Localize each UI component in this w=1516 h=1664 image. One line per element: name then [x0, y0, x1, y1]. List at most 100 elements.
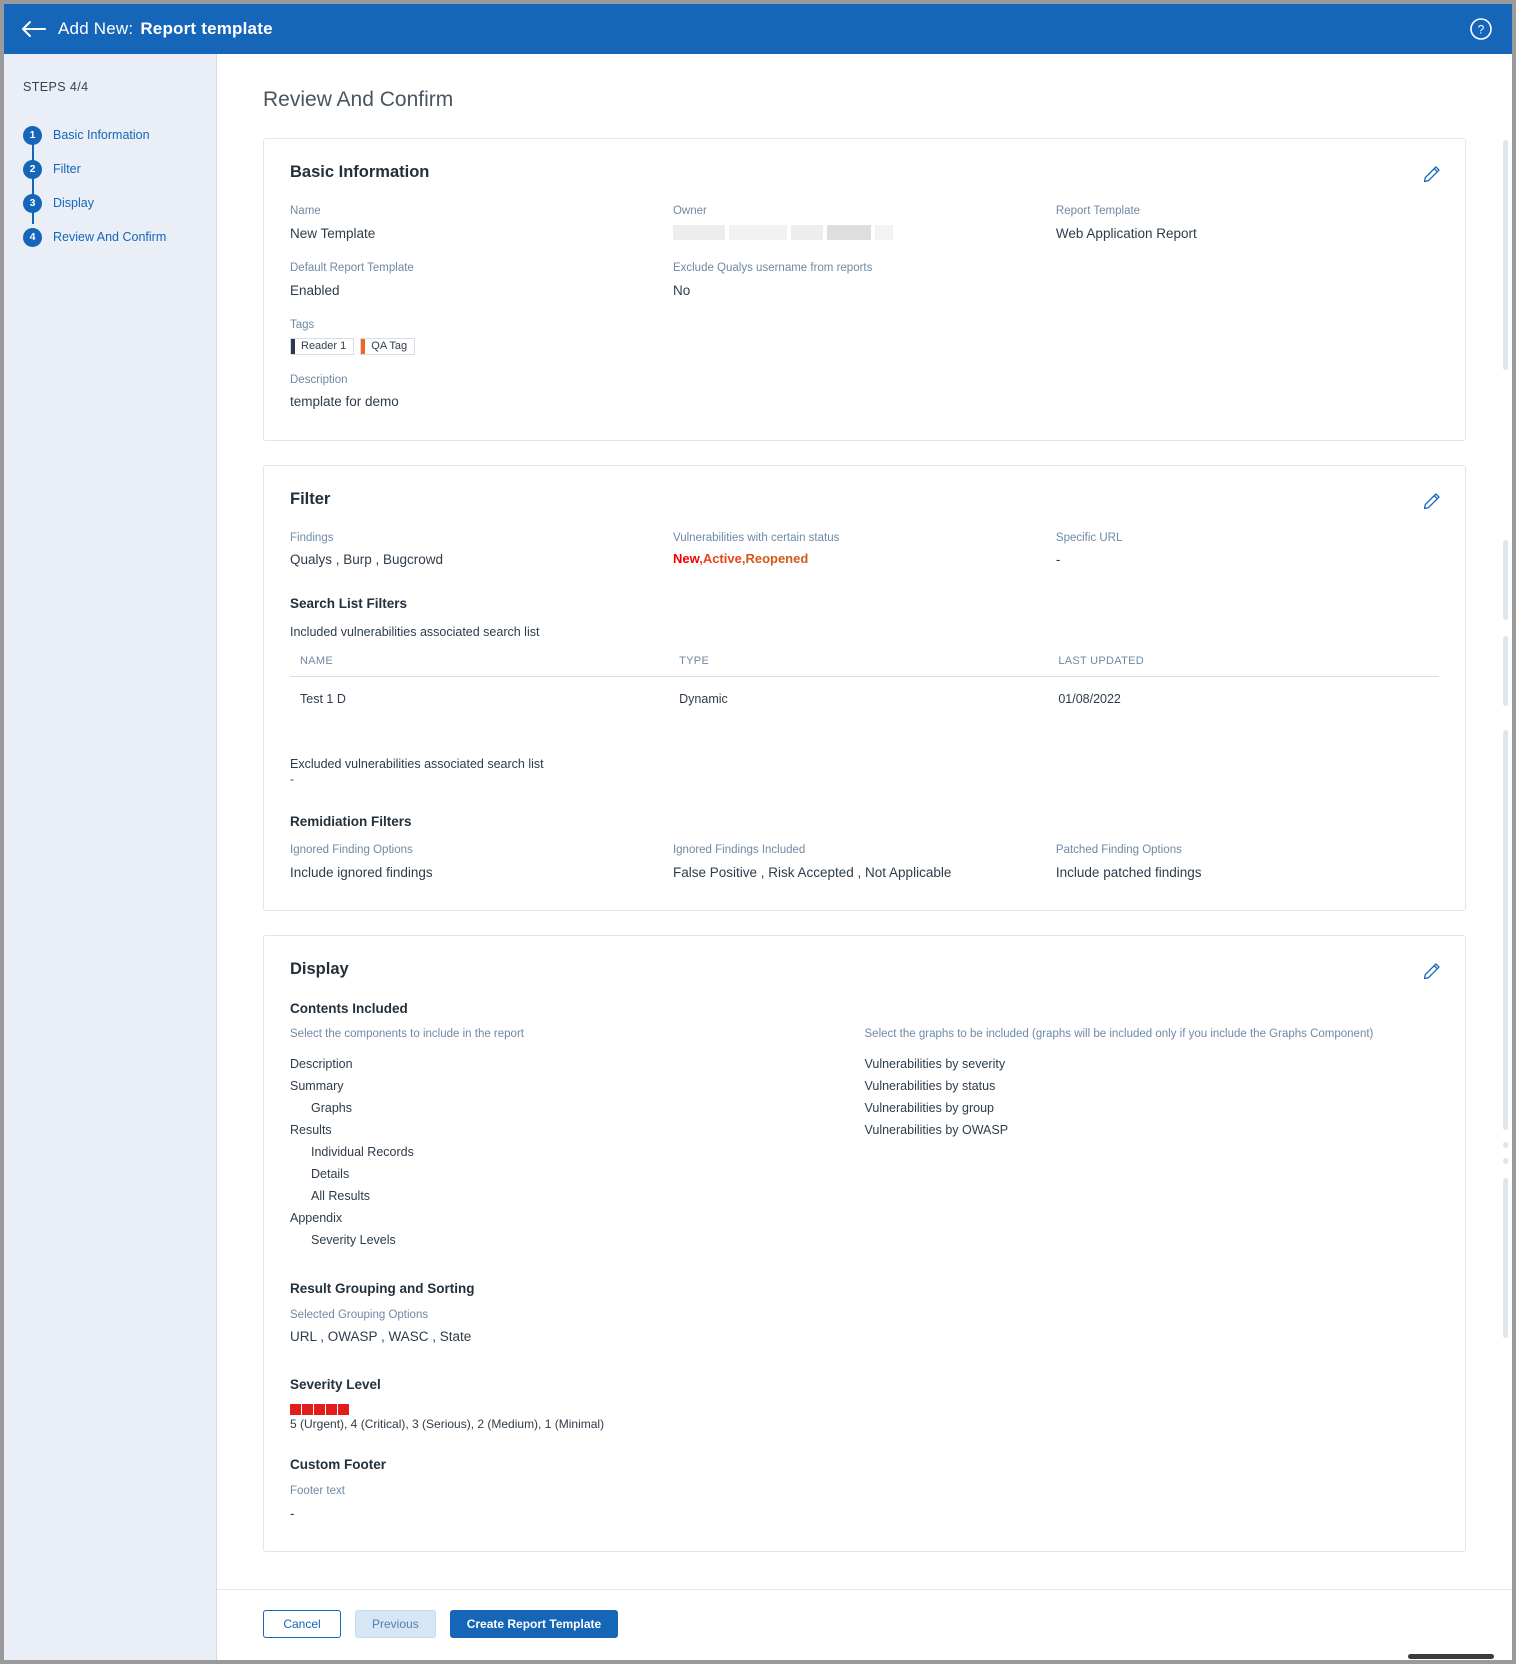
- field-exclude-username-label: Exclude Qualys username from reports: [672, 262, 873, 275]
- graph-item-severity: Vulnerabilities by severity: [864, 1056, 1006, 1071]
- field-name: Name New Template: [290, 204, 673, 243]
- contents-columns: Select the components to include in the …: [290, 1026, 1439, 1251]
- scrollbar-segment[interactable]: [1503, 730, 1508, 1130]
- severity-block-3: [314, 1404, 325, 1416]
- component-item-description: Description: [290, 1056, 353, 1071]
- steps-sidebar: STEPS 4/4 1 Basic Information 2 Filter 3…: [4, 54, 217, 1660]
- field-description-label: Description: [290, 373, 348, 386]
- component-item-severity-levels: Severity Levels: [311, 1232, 396, 1247]
- field-vuln-status: Vulnerabilities with certain status New,…: [673, 531, 1056, 570]
- graphs-column: Select the graphs to be included (graphs…: [865, 1026, 1440, 1251]
- field-specific-url-value: -: [1055, 552, 1061, 568]
- field-default-report-template-label: Default Report Template: [290, 262, 414, 275]
- field-specific-url: Specific URL -: [1056, 531, 1439, 570]
- basic-info-row-1: Name New Template Owner Report Template …: [290, 204, 1439, 243]
- graph-item-status: Vulnerabilities by status: [864, 1078, 996, 1093]
- display-title: Display: [290, 960, 349, 979]
- sidebar-item-display[interactable]: 3 Display: [23, 186, 216, 220]
- step-label-4: Review And Confirm: [53, 230, 167, 244]
- column-header-type: TYPE: [669, 654, 1049, 677]
- step-label-2: Filter: [53, 162, 81, 176]
- graphs-hint: Select the graphs to be included (graphs…: [864, 1028, 1374, 1041]
- pencil-edit-icon-basic-information[interactable]: [1421, 163, 1443, 190]
- scrollbar-segment[interactable]: [1503, 140, 1508, 370]
- sidebar-item-basic-information[interactable]: 1 Basic Information: [23, 118, 216, 152]
- vertical-scrollbar[interactable]: [1503, 80, 1508, 1581]
- pencil-edit-icon-filter[interactable]: [1421, 490, 1443, 517]
- horizontal-scrollbar[interactable]: [217, 1650, 1512, 1660]
- step-number-3: 3: [23, 193, 42, 213]
- excluded-search-list-value: -: [290, 771, 294, 786]
- component-item-results: Results: [290, 1122, 332, 1137]
- field-name-label: Name: [290, 205, 321, 217]
- scrollbar-segment[interactable]: [1503, 1142, 1508, 1148]
- basic-information-card: Basic Information Name New Template Owne…: [263, 138, 1466, 441]
- field-ignored-findings-included-label: Ignored Findings Included: [672, 844, 806, 857]
- previous-button[interactable]: Previous: [355, 1610, 436, 1638]
- field-vuln-status-value: New,Active,Reopened: [673, 550, 1036, 569]
- severity-block-4: [302, 1404, 313, 1416]
- step-number-1: 1: [23, 125, 42, 145]
- status-new: New: [672, 551, 700, 567]
- filter-row-1: Findings Qualys , Burp , Bugcrowd Vulner…: [290, 531, 1439, 570]
- component-item-appendix: Appendix: [290, 1210, 343, 1225]
- window-body: STEPS 4/4 1 Basic Information 2 Filter 3…: [4, 54, 1512, 1660]
- scrollbar-segment[interactable]: [1503, 540, 1508, 620]
- horizontal-scrollbar-thumb[interactable]: [1408, 1654, 1494, 1659]
- create-report-template-button[interactable]: Create Report Template: [449, 1610, 619, 1638]
- field-description-value: template for demo: [290, 394, 399, 410]
- window-title-lead: Add New:: [58, 19, 134, 38]
- step-list: 1 Basic Information 2 Filter 3 Display 4…: [4, 118, 216, 254]
- table-row: Test 1 D Dynamic 01/08/2022: [290, 676, 1439, 721]
- field-owner-label: Owner: [672, 205, 707, 217]
- severity-caption: 5 (Urgent), 4 (Critical), 3 (Serious), 2…: [290, 1417, 605, 1432]
- pencil-edit-icon-display[interactable]: [1421, 960, 1443, 987]
- search-list-table: NAME TYPE LAST UPDATED Test 1 D Dynamic …: [290, 654, 1439, 721]
- severity-blocks: [290, 1404, 1439, 1416]
- basic-info-row-2: Default Report Template Enabled Exclude …: [290, 261, 1439, 300]
- page-title: Review And Confirm: [263, 88, 454, 111]
- field-ignored-finding-options-label: Ignored Finding Options: [290, 844, 413, 857]
- svg-text:?: ?: [1478, 23, 1485, 37]
- display-card: Display Contents Included Select the com…: [263, 935, 1466, 1553]
- footer-text-value: -: [290, 1505, 295, 1521]
- result-grouping-title: Result Grouping and Sorting: [290, 1280, 475, 1296]
- field-report-template-value: Web Application Report: [1055, 225, 1197, 241]
- field-patched-finding-options: Patched Finding Options Include patched …: [1056, 843, 1439, 882]
- scrollbar-segment[interactable]: [1503, 1158, 1508, 1164]
- status-reopened: ,Reopened: [741, 551, 809, 567]
- back-arrow-icon[interactable]: [18, 13, 50, 45]
- graph-item-group: Vulnerabilities by group: [864, 1100, 994, 1115]
- top-bar: Add New: Report template ?: [4, 4, 1512, 54]
- component-item-graphs: Graphs: [311, 1100, 352, 1115]
- field-owner-value-redacted: [672, 224, 1036, 241]
- tag-chip: Reader 1: [290, 337, 355, 355]
- field-tags-label: Tags: [290, 319, 315, 332]
- tag-color-bar: [291, 338, 295, 354]
- scrollbar-segment[interactable]: [1503, 1178, 1508, 1338]
- field-ignored-finding-options: Ignored Finding Options Include ignored …: [290, 843, 673, 882]
- tag-color-bar: [361, 338, 366, 354]
- help-circle-icon[interactable]: ?: [1468, 16, 1494, 42]
- status-active: ,Active: [699, 551, 742, 567]
- cancel-button[interactable]: Cancel: [263, 1610, 341, 1638]
- field-exclude-username: Exclude Qualys username from reports No: [673, 261, 1056, 300]
- sidebar-item-filter[interactable]: 2 Filter: [23, 152, 216, 186]
- tag-chip-label: Reader 1: [301, 340, 347, 353]
- app-window: Add New: Report template ? STEPS 4/4 1 B…: [4, 4, 1512, 1660]
- component-item-details: Details: [311, 1166, 350, 1181]
- step-number-2: 2: [23, 159, 42, 179]
- field-report-template-label: Report Template: [1055, 205, 1141, 217]
- step-number-4: 4: [23, 227, 42, 247]
- component-item-individual-records: Individual Records: [311, 1144, 414, 1159]
- field-patched-finding-options-label: Patched Finding Options: [1055, 844, 1182, 857]
- field-report-template: Report Template Web Application Report: [1056, 204, 1439, 243]
- field-spacer: [1056, 261, 1439, 300]
- scrollbar-segment[interactable]: [1503, 636, 1508, 706]
- severity-level-title: Severity Level: [290, 1377, 381, 1393]
- component-item-all-results: All Results: [311, 1188, 371, 1203]
- tag-chip: QA Tag: [360, 337, 416, 355]
- field-patched-finding-options-value: Include patched findings: [1055, 864, 1202, 880]
- field-owner: Owner: [672, 204, 1056, 243]
- sidebar-item-review-and-confirm[interactable]: 4 Review And Confirm: [23, 220, 216, 254]
